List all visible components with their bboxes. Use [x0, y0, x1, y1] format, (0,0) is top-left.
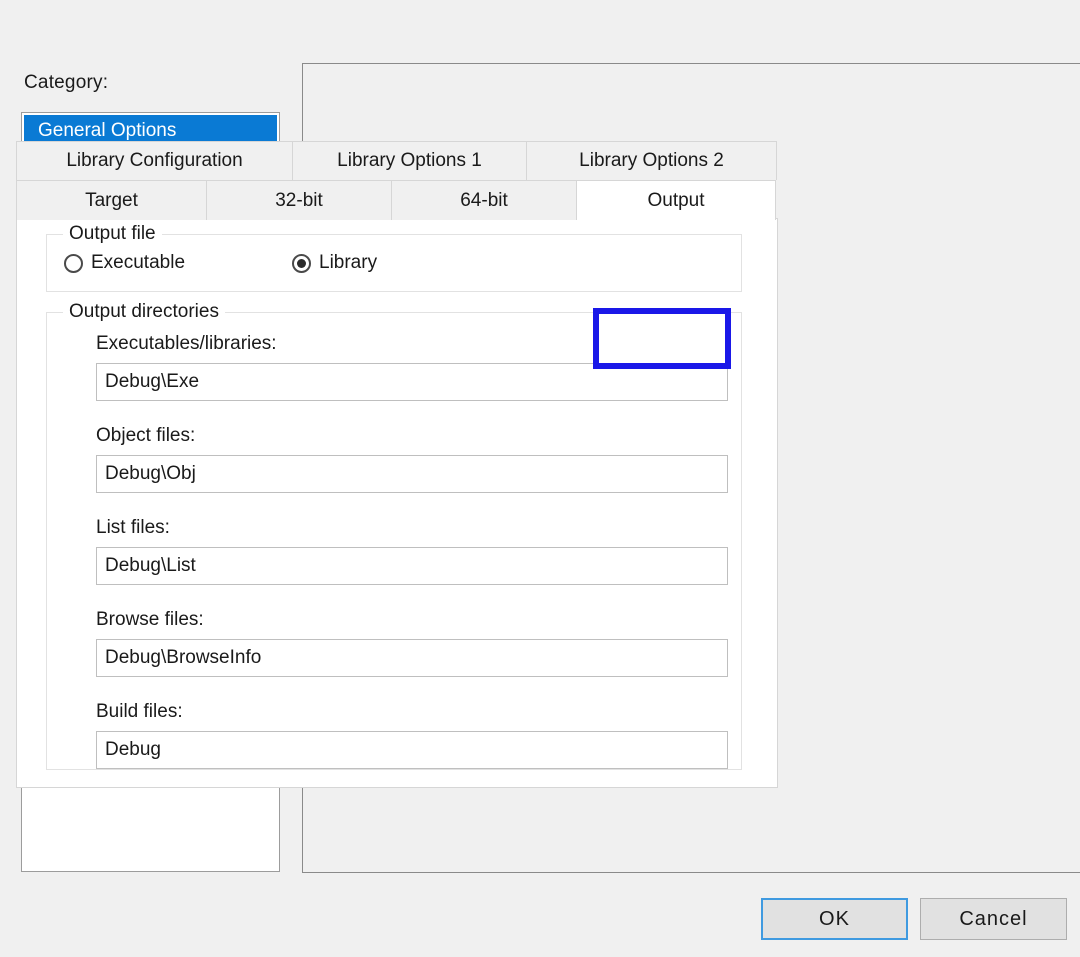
directory-input[interactable]: Debug\List [96, 547, 728, 585]
cancel-button[interactable]: Cancel [920, 898, 1067, 940]
field-label: Executables/libraries: [96, 333, 277, 354]
tab-32-bit[interactable]: 32-bit [206, 180, 392, 220]
group-output-file: Output file Executable Library [46, 223, 742, 292]
radio-output-executable[interactable]: Executable [64, 252, 185, 274]
tab-64-bit[interactable]: 64-bit [391, 180, 577, 220]
group-output-file-title: Output file [63, 223, 162, 245]
radio-output-executable-label: Executable [91, 252, 186, 273]
radio-output-library[interactable]: Library [292, 252, 377, 274]
tab-output[interactable]: Output [576, 180, 776, 220]
directory-input[interactable]: Debug\BrowseInfo [96, 639, 728, 677]
directory-input[interactable]: Debug\Exe [96, 363, 728, 401]
tab-library-options-1[interactable]: Library Options 1 [292, 141, 527, 180]
field-label: Object files: [96, 425, 196, 446]
field-label: Build files: [96, 701, 183, 722]
tab-library-options-2[interactable]: Library Options 2 [526, 141, 777, 180]
category-label: Category: [24, 72, 109, 93]
ok-button[interactable]: OK [761, 898, 908, 940]
tab-row-primary: Library Configuration Library Options 1 Li… [16, 141, 778, 180]
group-output-directories: Output directories Executables/libraries… [46, 301, 742, 770]
tab-panel-output: Output file Executable Library Output di… [16, 218, 778, 788]
group-output-directories-title: Output directories [63, 301, 225, 323]
tab-control: Library Configuration Library Options 1 Li… [16, 141, 778, 789]
directory-input[interactable]: Debug\Obj [96, 455, 728, 493]
tab-row-secondary: Target 32-bit 64-bit Output [16, 180, 778, 220]
tab-target[interactable]: Target [16, 180, 207, 220]
directory-input[interactable]: Debug [96, 731, 728, 769]
radio-circle-selected-icon [292, 253, 311, 273]
tab-library-configuration[interactable]: Library Configuration [16, 141, 293, 180]
field-label: List files: [96, 517, 170, 538]
radio-circle-icon [64, 253, 83, 273]
radio-output-library-label: Library [319, 252, 378, 273]
field-label: Browse files: [96, 609, 204, 630]
